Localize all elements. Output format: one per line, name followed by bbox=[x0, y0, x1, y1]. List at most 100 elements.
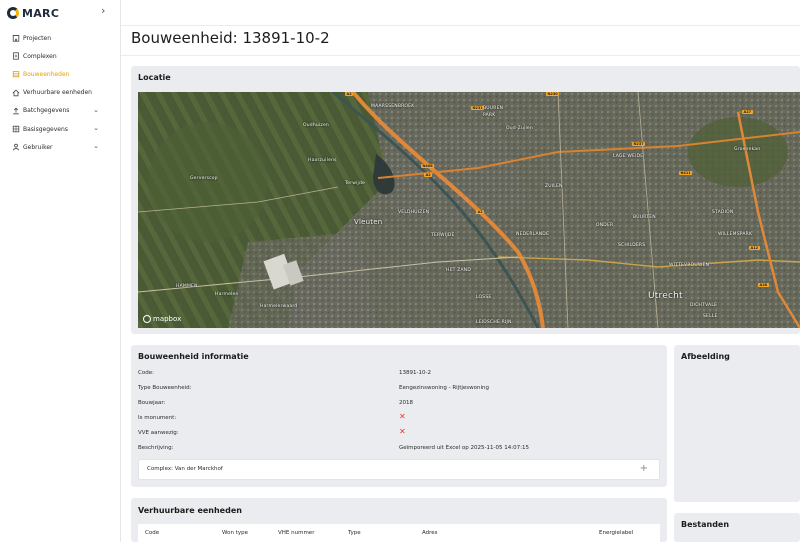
sidebar-item-label: Complexen bbox=[23, 52, 57, 60]
divider bbox=[121, 55, 800, 56]
chevron-down-icon[interactable]: ⌄ bbox=[93, 142, 99, 150]
road-shield: A28 bbox=[758, 283, 769, 287]
user-icon bbox=[12, 143, 20, 151]
top-bar bbox=[121, 0, 800, 26]
map-label: ONDER bbox=[596, 223, 614, 228]
grid-icon bbox=[12, 125, 20, 133]
column-header[interactable]: Adres bbox=[422, 530, 438, 536]
map-label: PARK bbox=[483, 113, 496, 118]
complex-label: Complex: Van der Marckhof bbox=[147, 466, 223, 472]
map-label: Utrecht bbox=[648, 291, 683, 301]
stack-icon bbox=[12, 70, 20, 78]
upload-icon bbox=[12, 107, 20, 115]
map-label: NEDERLANDE bbox=[516, 232, 550, 237]
sidebar-item-label: Bouweenheden bbox=[23, 70, 70, 78]
map-label: TERWIJDE bbox=[431, 233, 455, 238]
false-x-icon: ✕ bbox=[399, 412, 406, 421]
map-label: BUURTEN bbox=[633, 215, 656, 220]
road-shield: N411 bbox=[679, 171, 693, 175]
column-header[interactable]: Energielabel bbox=[599, 530, 633, 536]
column-header[interactable]: Type bbox=[348, 530, 361, 536]
map-label: DICHTVALE bbox=[690, 303, 718, 308]
road-shield: A2 bbox=[476, 210, 485, 214]
sidebar-item-basisgegevens[interactable]: Basisgegevens ⌄ bbox=[0, 120, 121, 138]
sidebar-item-batchgegevens[interactable]: Batchgegevens ⌄ bbox=[0, 102, 121, 120]
map-label: LEIDSCHE RIJN bbox=[476, 320, 512, 325]
afbeelding-title: Afbeelding bbox=[681, 352, 730, 361]
info-label: VVE aanwezig: bbox=[138, 430, 179, 436]
sidebar-item-complexen[interactable]: Complexen bbox=[0, 47, 121, 65]
sidebar-item-projecten[interactable]: Projecten bbox=[0, 29, 121, 47]
plus-icon[interactable]: + bbox=[640, 463, 648, 474]
info-label: Type Bouweenheid: bbox=[138, 385, 192, 391]
sidebar: MARC › Projecten Complexen Bouweenheden … bbox=[0, 0, 121, 542]
map-label: ZUILEN bbox=[545, 184, 563, 189]
false-x-icon: ✕ bbox=[399, 427, 406, 436]
mapbox-logo-icon bbox=[143, 315, 151, 323]
sidebar-item-label: Batchgegevens bbox=[23, 107, 70, 115]
map-label: HET ZAND bbox=[446, 268, 471, 273]
chevron-down-icon[interactable]: ⌄ bbox=[93, 124, 99, 132]
map-label: Oud-Zuilen bbox=[506, 126, 533, 131]
road-shield: A27 bbox=[742, 110, 753, 114]
info-label: Is monument: bbox=[138, 415, 177, 421]
info-value: 13891-10-2 bbox=[399, 370, 431, 376]
page-title: Bouweenheid: 13891-10-2 bbox=[131, 29, 330, 47]
map-label: Haarzuilens bbox=[308, 158, 337, 163]
road-shield: N237 bbox=[632, 142, 646, 146]
info-label: Code: bbox=[138, 370, 154, 376]
complex-accordion[interactable]: Complex: Van der Marckhof + bbox=[138, 459, 660, 480]
chevron-down-icon[interactable]: ⌄ bbox=[93, 106, 99, 114]
column-header[interactable]: Won type bbox=[222, 530, 248, 536]
vhe-title: Verhuurbare eenheden bbox=[138, 506, 242, 515]
brand-name: MARC bbox=[22, 6, 60, 20]
sidebar-item-label: Basisgegevens bbox=[23, 125, 68, 133]
info-title: Bouweenheid informatie bbox=[138, 352, 249, 361]
map-label: HAMMEN bbox=[176, 284, 198, 289]
map-label: VELDHUIZEN bbox=[398, 210, 430, 215]
sidebar-item-verhuurbare-eenheden[interactable]: Verhuurbare eenheden bbox=[0, 84, 121, 102]
vhe-table-header: Code Won type VHE nummer Type Adres Ener… bbox=[138, 524, 660, 542]
map-label: BUUREN bbox=[483, 106, 504, 111]
sidebar-item-label: Projecten bbox=[23, 34, 52, 42]
info-value: Eengezinswoning - Rijtjeswoning bbox=[399, 385, 489, 391]
sidebar-item-label: Gebruiker bbox=[23, 143, 53, 151]
sidebar-item-label: Verhuurbare eenheden bbox=[23, 89, 92, 97]
sidebar-item-bouweenheden[interactable]: Bouweenheden bbox=[0, 65, 121, 83]
home-icon bbox=[12, 89, 20, 97]
road-shield: A2 bbox=[345, 92, 354, 96]
mapbox-text: mapbox bbox=[153, 315, 182, 323]
collapse-sidebar-icon[interactable]: › bbox=[101, 4, 105, 17]
map-label: Terwijde bbox=[345, 181, 366, 186]
map-label: Vleuten bbox=[354, 218, 383, 226]
map-label: Oudhuizen bbox=[303, 123, 329, 128]
road-shield: N230 bbox=[546, 92, 560, 96]
road-shield: A2 bbox=[424, 173, 433, 177]
sidebar-item-gebruiker[interactable]: Gebruiker ⌄ bbox=[0, 138, 121, 156]
map-label: SCHILDERS bbox=[618, 243, 646, 248]
map-label: Harmelen bbox=[215, 292, 239, 297]
afbeelding-card bbox=[674, 345, 800, 502]
sidebar-nav: Projecten Complexen Bouweenheden Verhuur… bbox=[0, 29, 121, 156]
document-icon bbox=[12, 52, 20, 60]
info-value: 2018 bbox=[399, 400, 413, 406]
road-shield: N231 bbox=[471, 106, 485, 110]
locatie-title: Locatie bbox=[138, 73, 171, 82]
road-shield: A12 bbox=[749, 246, 760, 250]
info-label: Beschrijving: bbox=[138, 445, 174, 451]
map-label: LAGE WEIDE bbox=[613, 154, 644, 159]
column-header[interactable]: Code bbox=[145, 530, 159, 536]
location-map[interactable]: MAARSSENBROEK BUUREN PARK Oud-Zuilen Oud… bbox=[138, 92, 800, 328]
bestanden-title: Bestanden bbox=[681, 520, 730, 529]
brand-logo[interactable]: MARC bbox=[7, 5, 59, 21]
map-label: MAARSSENBROEK bbox=[371, 104, 415, 109]
mapbox-attribution[interactable]: mapbox bbox=[143, 315, 181, 323]
marc-logo-icon bbox=[7, 7, 19, 19]
map-label: WITTEVROUWEN bbox=[669, 263, 710, 268]
map-label: SELLE bbox=[703, 314, 718, 319]
map-label: Harmelerwaard bbox=[260, 304, 298, 309]
map-label: LOSSE bbox=[476, 295, 492, 300]
map-label: WILLEMSPARK bbox=[718, 232, 753, 237]
map-label: Groenekan bbox=[734, 147, 761, 152]
column-header[interactable]: VHE nummer bbox=[278, 530, 314, 536]
